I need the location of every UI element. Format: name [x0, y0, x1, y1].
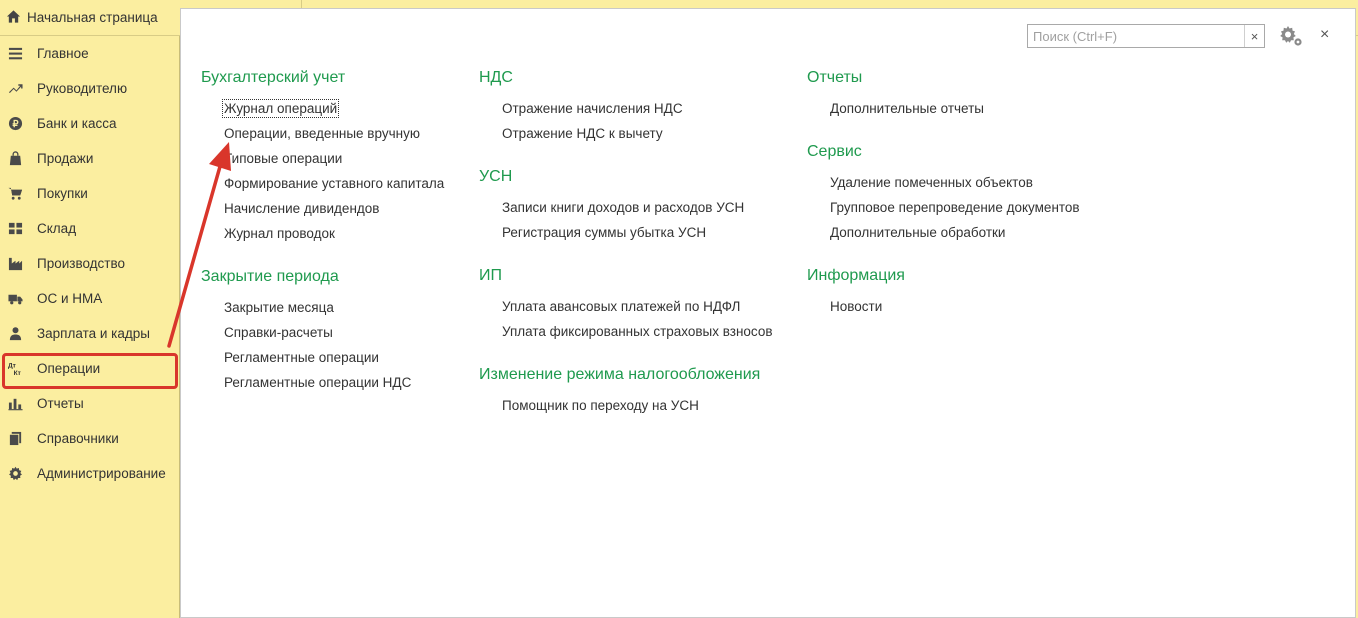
- sidebar-item-admin[interactable]: Администрирование: [0, 456, 179, 491]
- link-fixed-insurance[interactable]: Уплата фиксированных страховых взносов: [502, 324, 773, 339]
- section-title-service: Сервис: [807, 143, 862, 160]
- link-usn-assistant[interactable]: Помощник по переходу на УСН: [502, 398, 699, 413]
- link-news[interactable]: Новости: [830, 299, 882, 314]
- sidebar-item-warehouse[interactable]: Склад: [0, 211, 179, 246]
- home-icon: [6, 9, 21, 27]
- sidebar-item-label: Зарплата и кадры: [37, 326, 150, 341]
- link-month-closing[interactable]: Закрытие месяца: [224, 300, 334, 315]
- section-title-period-closing: Закрытие периода: [201, 268, 339, 285]
- factory-icon: [8, 256, 23, 271]
- gear-icon: [8, 466, 23, 481]
- sidebar-item-main[interactable]: Главное: [0, 36, 179, 71]
- sidebar-item-purchases[interactable]: Покупки: [0, 176, 179, 211]
- sidebar: Главное Руководителю ₽ Банк и касса Прод…: [0, 36, 180, 618]
- link-additional-reports[interactable]: Дополнительные отчеты: [830, 101, 984, 116]
- sidebar-item-label: Продажи: [37, 151, 94, 166]
- trend-icon: [8, 81, 23, 96]
- sidebar-item-label: Склад: [37, 221, 77, 236]
- sidebar-item-references[interactable]: Справочники: [0, 421, 179, 456]
- section-title-vat: НДС: [479, 69, 513, 86]
- link-share-capital[interactable]: Формирование уставного капитала: [224, 176, 444, 191]
- sidebar-item-sales[interactable]: Продажи: [0, 141, 179, 176]
- bar-chart-icon: [8, 396, 23, 411]
- sidebar-item-label: Отчеты: [37, 396, 84, 411]
- settings-gear-icon[interactable]: [1278, 24, 1304, 48]
- cart-icon: [8, 186, 23, 201]
- link-dividends[interactable]: Начисление дивидендов: [224, 201, 379, 216]
- sidebar-item-label: Банк и касса: [37, 116, 117, 131]
- home-tab-label: Начальная страница: [27, 10, 158, 25]
- sidebar-item-label: Администрирование: [37, 466, 166, 481]
- operations-highlight-frame: [2, 353, 178, 389]
- main-panel: × × Бухгалтерский учет Журнал операций О…: [180, 8, 1356, 618]
- sidebar-item-assets[interactable]: ОС и НМА: [0, 281, 179, 316]
- link-routine-operations[interactable]: Регламентные операции: [224, 350, 379, 365]
- sidebar-item-label: Главное: [37, 46, 89, 61]
- link-usn-loss[interactable]: Регистрация суммы убытка УСН: [502, 225, 706, 240]
- search-box: ×: [1027, 24, 1265, 48]
- search-clear-button[interactable]: ×: [1244, 25, 1264, 47]
- ruble-coin-icon: ₽: [8, 116, 23, 131]
- link-typical-operations[interactable]: Типовые операции: [224, 151, 342, 166]
- sidebar-item-reports[interactable]: Отчеты: [0, 386, 179, 421]
- sidebar-item-label: Справочники: [37, 431, 119, 446]
- link-routine-vat-operations[interactable]: Регламентные операции НДС: [224, 375, 411, 390]
- section-title-accounting: Бухгалтерский учет: [201, 69, 346, 86]
- sidebar-item-label: Покупки: [37, 186, 88, 201]
- truck-icon: [8, 291, 23, 306]
- shopping-bag-icon: [8, 151, 23, 166]
- sidebar-item-manager[interactable]: Руководителю: [0, 71, 179, 106]
- sidebar-item-production[interactable]: Производство: [0, 246, 179, 281]
- sidebar-item-label: Производство: [37, 256, 126, 271]
- link-entries-journal[interactable]: Журнал проводок: [224, 226, 335, 241]
- sidebar-item-salary[interactable]: Зарплата и кадры: [0, 316, 179, 351]
- search-input[interactable]: [1028, 25, 1244, 47]
- link-calculation-notes[interactable]: Справки-расчеты: [224, 325, 333, 340]
- link-vat-deduction[interactable]: Отражение НДС к вычету: [502, 126, 663, 141]
- link-operations-journal[interactable]: Журнал операций: [221, 99, 340, 118]
- link-additional-processing[interactable]: Дополнительные обработки: [830, 225, 1005, 240]
- link-delete-marked[interactable]: Удаление помеченных объектов: [830, 175, 1033, 190]
- link-usn-ledger[interactable]: Записи книги доходов и расходов УСН: [502, 200, 744, 215]
- link-ndfl-advance[interactable]: Уплата авансовых платежей по НДФЛ: [502, 299, 740, 314]
- link-vat-accrual[interactable]: Отражение начисления НДС: [502, 101, 683, 116]
- section-title-information: Информация: [807, 267, 905, 284]
- section-title-reports: Отчеты: [807, 69, 863, 86]
- sidebar-item-label: ОС и НМА: [37, 291, 103, 306]
- close-button[interactable]: ×: [1320, 26, 1329, 44]
- sidebar-item-bank[interactable]: ₽ Банк и касса: [0, 106, 179, 141]
- sidebar-item-label: Руководителю: [37, 81, 128, 96]
- section-title-tax-regime: Изменение режима налогообложения: [479, 366, 761, 383]
- home-tab[interactable]: Начальная страница: [0, 0, 172, 35]
- books-icon: [8, 431, 23, 446]
- person-icon: [8, 326, 23, 341]
- menu-lines-icon: [8, 46, 23, 61]
- link-group-reposting[interactable]: Групповое перепроведение документов: [830, 200, 1080, 215]
- section-title-ip: ИП: [479, 267, 502, 284]
- warehouse-grid-icon: [8, 221, 23, 236]
- section-title-usn: УСН: [479, 168, 513, 185]
- svg-text:₽: ₽: [13, 119, 19, 129]
- link-manual-operations[interactable]: Операции, введенные вручную: [224, 126, 420, 141]
